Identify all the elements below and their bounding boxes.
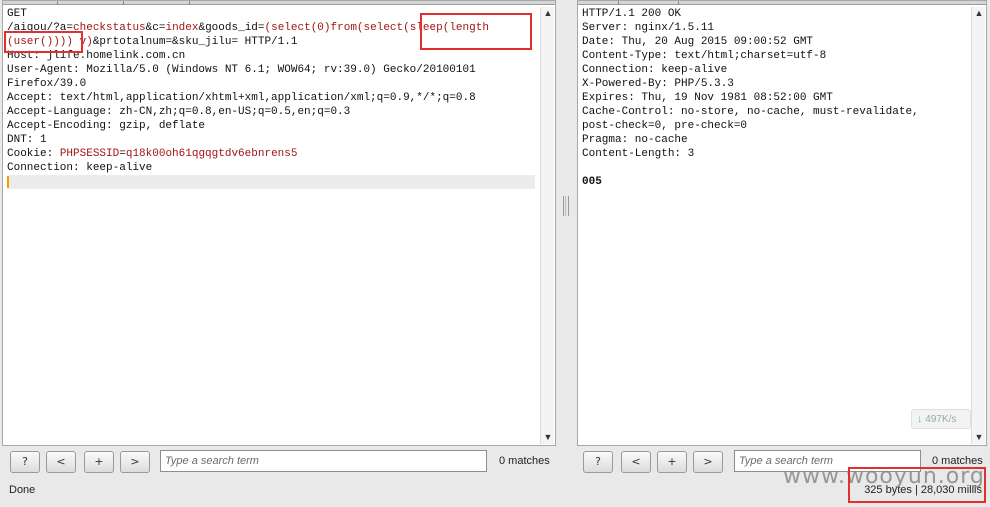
response-line: Server: nginx/1.5.11 bbox=[582, 22, 715, 34]
response-viewer[interactable]: HTTP/1.1 200 OK Server: nginx/1.5.11 Date:… bbox=[582, 7, 966, 443]
scroll-down-arrow-icon[interactable]: ▼ bbox=[972, 431, 986, 444]
response-pane[interactable]: HTTP/1.1 200 OK Server: nginx/1.5.11 Date:… bbox=[577, 0, 987, 446]
add-search-button[interactable]: + bbox=[657, 451, 687, 473]
network-speed-label: 497K/s bbox=[925, 414, 957, 425]
text-caret bbox=[7, 176, 9, 188]
help-button[interactable]: ? bbox=[10, 451, 40, 473]
response-pane-header-strip bbox=[578, 1, 986, 5]
request-line: Accept-Encoding: gzip, deflate bbox=[7, 120, 206, 132]
request-scrollbar[interactable]: ▲ ▼ bbox=[540, 7, 554, 444]
request-pane[interactable]: GET/aigou/?a=checkstatus&c=index&goods_i… bbox=[2, 0, 556, 446]
request-line: GET bbox=[7, 8, 27, 20]
request-cursor-line[interactable] bbox=[7, 175, 535, 189]
previous-match-button[interactable]: < bbox=[46, 451, 76, 473]
response-line: Pragma: no-cache bbox=[582, 134, 688, 146]
request-line: Firefox/39.0 bbox=[7, 78, 87, 90]
response-line: Cache-Control: no-store, no-cache, must-… bbox=[582, 106, 919, 118]
request-line: Accept-Language: zh-CN,zh;q=0.8,en-US;q=… bbox=[7, 106, 351, 118]
request-search-input[interactable] bbox=[160, 450, 487, 472]
request-line: User-Agent: Mozilla/5.0 (Windows NT 6.1;… bbox=[7, 64, 476, 76]
request-line: DNT: 1 bbox=[7, 134, 47, 146]
pane-splitter-handle[interactable] bbox=[563, 196, 569, 216]
next-match-button[interactable]: > bbox=[120, 451, 150, 473]
request-pane-header-strip bbox=[3, 1, 555, 5]
download-arrow-icon: ↓ bbox=[917, 413, 923, 425]
scroll-up-arrow-icon[interactable]: ▲ bbox=[541, 7, 555, 20]
response-line: HTTP/1.1 200 OK bbox=[582, 8, 682, 20]
response-line: post-check=0, pre-check=0 bbox=[582, 120, 748, 132]
response-line: Content-Length: 3 bbox=[582, 148, 695, 160]
request-line: /aigou/?a=checkstatus&c=index&goods_id=(… bbox=[7, 22, 489, 34]
response-line: Date: Thu, 20 Aug 2015 09:00:52 GMT bbox=[582, 36, 814, 48]
response-line: Content-Type: text/html;charset=utf-8 bbox=[582, 50, 827, 62]
status-text: Done bbox=[9, 484, 36, 496]
request-search-bar: ? < + > 0 matches bbox=[0, 447, 560, 475]
response-line: X-Powered-By: PHP/5.3.3 bbox=[582, 78, 734, 90]
previous-match-button[interactable]: < bbox=[621, 451, 651, 473]
scroll-up-arrow-icon[interactable]: ▲ bbox=[972, 7, 986, 20]
request-line: Host: jlife.homelink.com.cn bbox=[7, 50, 186, 62]
request-line: Connection: keep-alive bbox=[7, 162, 153, 174]
next-match-button[interactable]: > bbox=[693, 451, 723, 473]
request-match-count: 0 matches bbox=[499, 455, 550, 467]
help-button[interactable]: ? bbox=[583, 451, 613, 473]
response-line bbox=[582, 161, 966, 175]
request-line: (user()))) v)&prtotalnum=&sku_jilu= HTTP… bbox=[7, 36, 298, 48]
response-line: 005 bbox=[582, 176, 602, 188]
network-speed-badge: ↓ 497K/s bbox=[911, 409, 971, 429]
response-scrollbar[interactable]: ▲ ▼ bbox=[971, 7, 985, 444]
request-line: Cookie: PHPSESSID=q18k00oh61qgqgtdv6ebnr… bbox=[7, 148, 298, 160]
response-line: Connection: keep-alive bbox=[582, 64, 728, 76]
scroll-down-arrow-icon[interactable]: ▼ bbox=[541, 431, 555, 444]
response-line: Expires: Thu, 19 Nov 1981 08:52:00 GMT bbox=[582, 92, 833, 104]
request-editor[interactable]: GET/aigou/?a=checkstatus&c=index&goods_i… bbox=[7, 7, 535, 443]
add-search-button[interactable]: + bbox=[84, 451, 114, 473]
watermark-text: www.wooyun.org bbox=[783, 464, 985, 489]
request-line: Accept: text/html,application/xhtml+xml,… bbox=[7, 92, 476, 104]
